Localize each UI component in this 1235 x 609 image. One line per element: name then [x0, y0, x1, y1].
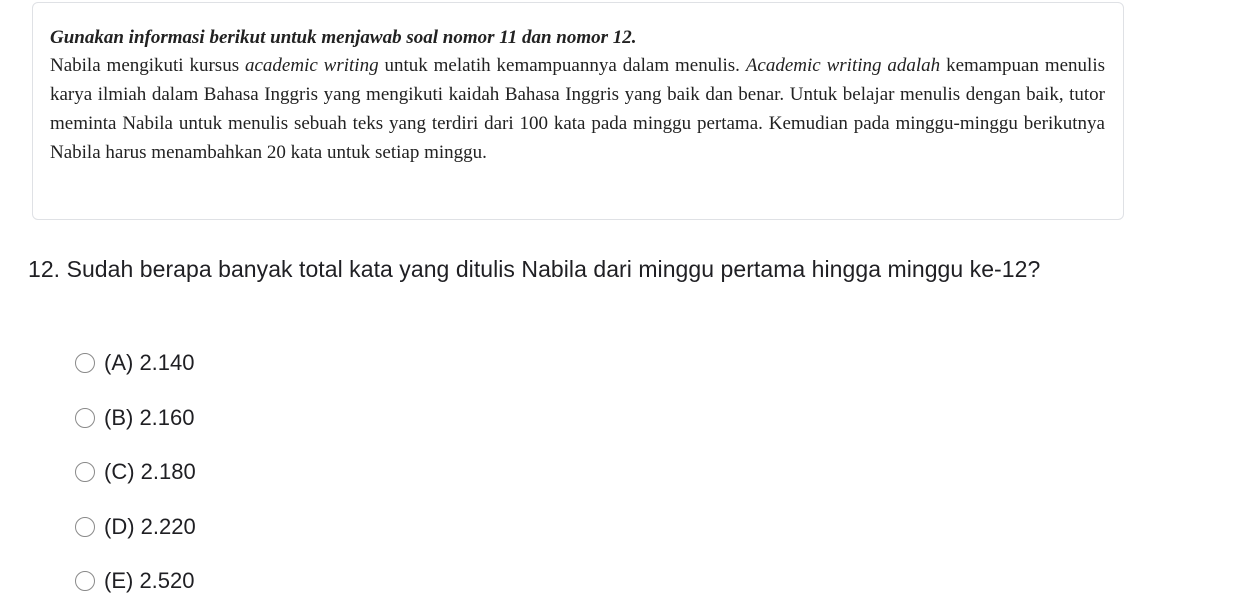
radio-button-icon[interactable] — [75, 407, 95, 428]
radio-button-icon[interactable] — [75, 462, 95, 483]
answer-options: (A) 2.140 (B) 2.160 (C) 2.180 (D) 2.220 … — [75, 336, 196, 609]
info-text-part: Nabila mengikuti kursus — [50, 55, 245, 76]
option-a[interactable]: (A) 2.140 — [75, 336, 196, 391]
option-e[interactable]: (E) 2.520 — [75, 554, 196, 609]
info-card: Gunakan informasi berikut untuk menjawab… — [32, 2, 1124, 220]
info-text-part: untuk melatih kemampuannya dalam menulis… — [378, 55, 746, 76]
question-text: 12. Sudah berapa banyak total kata yang … — [28, 256, 1041, 282]
option-label: (B) 2.160 — [104, 404, 195, 430]
option-d[interactable]: (D) 2.220 — [75, 500, 196, 555]
radio-button-icon[interactable] — [75, 353, 95, 374]
info-italic-term: Academic writing adalah — [745, 55, 941, 76]
option-c[interactable]: (C) 2.180 — [75, 445, 196, 500]
option-label: (A) 2.140 — [104, 350, 195, 376]
option-label: (E) 2.520 — [104, 568, 195, 594]
info-italic-term: academic writing — [244, 55, 379, 76]
option-b[interactable]: (B) 2.160 — [75, 391, 196, 446]
radio-button-icon[interactable] — [75, 571, 95, 592]
option-label: (D) 2.220 — [104, 513, 196, 539]
radio-button-icon[interactable] — [75, 516, 95, 537]
info-paragraph: Nabila mengikuti kursus academic writing… — [50, 51, 1105, 167]
info-heading: Gunakan informasi berikut untuk menjawab… — [50, 27, 637, 48]
option-label: (C) 2.180 — [104, 459, 196, 485]
